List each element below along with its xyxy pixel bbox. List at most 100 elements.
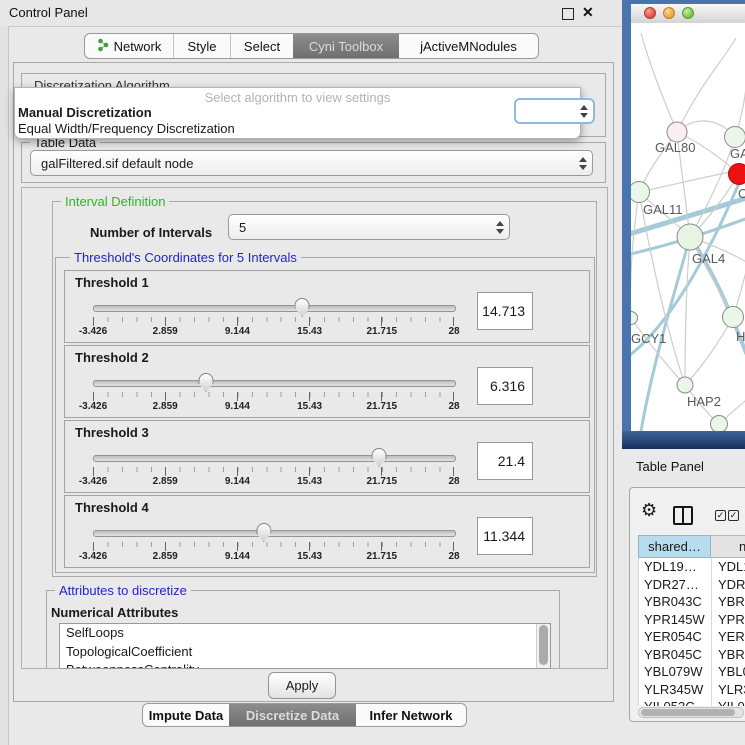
network-window-titlebar[interactable] [631, 4, 745, 24]
slider-tick-marks [93, 392, 454, 401]
apply-button[interactable]: Apply [268, 672, 336, 699]
table-row[interactable]: YIL053C YIL0 [639, 698, 745, 706]
list-item[interactable]: BetweennessCentrality [60, 661, 550, 669]
table-panel: ⚙ ✓ ✓ shared… n… YDL19… YDL1 YDR27… YDR2… [629, 487, 745, 722]
threshold-1-slider-thumb[interactable] [295, 298, 310, 317]
table-cell[interactable]: YER0 [712, 628, 745, 646]
column-header-shared-name[interactable]: shared… [638, 535, 711, 558]
gear-icon[interactable]: ⚙ [641, 500, 657, 521]
network-canvas[interactable]: GAL80 GA C GAL11 GAL4 GCY1 H HAP2 [631, 23, 745, 431]
interval-definition-title: Interval Definition [61, 194, 169, 209]
table-row[interactable]: YBR045C YBR0 [639, 646, 745, 664]
tab-discretize-data[interactable]: Discretize Data [229, 704, 356, 726]
list-item[interactable]: SelfLoops [60, 624, 550, 643]
tick-label: 21.715 [367, 326, 398, 337]
column-header-name[interactable]: n… [711, 535, 745, 558]
table-cell[interactable]: YDR2 [712, 576, 745, 594]
tick-label: 2.859 [153, 476, 178, 487]
table-cell[interactable]: YBL0 [712, 663, 745, 681]
table-row[interactable]: YDR27… YDR2 [639, 576, 745, 594]
network-node[interactable] [710, 415, 728, 431]
slider-tick-labels: -3.426 2.859 9.144 15.43 21.715 28 [93, 476, 454, 488]
threshold-1-slider-track[interactable] [93, 305, 456, 312]
tick-label: 28 [448, 476, 459, 487]
tick-label: -3.426 [79, 551, 107, 562]
algorithm-combobox-fragment[interactable] [514, 98, 595, 124]
checkbox-icon[interactable]: ✓ [728, 510, 739, 521]
table-row[interactable]: YBL079W YBL0 [639, 663, 745, 681]
table-row[interactable]: YPR145W YPR1 [639, 611, 745, 629]
dropdown-item-equal-width-frequency[interactable]: Equal Width/Frequency Discretization [15, 121, 580, 137]
table-cell[interactable]: YBR043C [639, 593, 712, 611]
threshold-4-value-field[interactable]: 11.344 [477, 517, 533, 555]
table-horizontal-scrollbar[interactable] [638, 707, 744, 718]
checkbox-icon[interactable]: ✓ [715, 510, 726, 521]
network-node[interactable] [677, 224, 704, 251]
threshold-3-slider-thumb[interactable] [372, 448, 387, 467]
threshold-1-value-field[interactable]: 14.713 [477, 292, 533, 330]
tab-select[interactable]: Select [231, 34, 293, 58]
table-cell[interactable]: YDR27… [639, 576, 712, 594]
table-cell[interactable]: YBR0 [712, 646, 745, 664]
table-cell[interactable]: YLR3 [712, 681, 745, 699]
combo-stepper-icon [491, 221, 509, 234]
close-traffic-light-icon[interactable] [644, 7, 656, 19]
network-node[interactable] [724, 126, 745, 148]
table-row[interactable]: YDL19… YDL1 [639, 558, 745, 576]
table-cell[interactable]: YPR145W [639, 611, 712, 629]
tab-style[interactable]: Style [174, 34, 231, 58]
network-node[interactable] [677, 377, 694, 394]
threshold-2-label: Threshold 2 [75, 350, 149, 365]
threshold-2-slider-thumb[interactable] [198, 373, 213, 392]
tick-label: 15.43 [297, 401, 322, 412]
table-cell[interactable]: YBL079W [639, 663, 712, 681]
tick-label: 2.859 [153, 326, 178, 337]
table-row[interactable]: YBR043C YBR0 [639, 593, 745, 611]
table-row[interactable]: YLR345W YLR3 [639, 681, 745, 699]
control-panel-title: Control Panel [9, 5, 88, 20]
threshold-1-label: Threshold 1 [75, 275, 149, 290]
table-cell[interactable]: YER054C [639, 628, 712, 646]
tab-network[interactable]: Network [85, 34, 174, 58]
threshold-2-slider-track[interactable] [93, 380, 456, 387]
node-label: GCY1 [631, 331, 666, 346]
threshold-3-slider-track[interactable] [93, 455, 456, 462]
table-cell[interactable]: YDL19… [639, 558, 712, 576]
threshold-3-value-field[interactable]: 21.4 [477, 442, 533, 480]
table-cell[interactable]: YBR0 [712, 593, 745, 611]
split-view-icon[interactable] [673, 506, 693, 525]
threshold-3-panel: Threshold 3 -3.426 2.859 9.144 15.43 21.… [64, 420, 590, 493]
tick-label: -3.426 [79, 401, 107, 412]
attributes-list-scrollbar[interactable] [536, 624, 550, 668]
cyni-bottom-tabbar: Impute Data Discretize Data Infer Networ… [142, 703, 467, 727]
network-node-selected[interactable] [728, 163, 745, 185]
table-cell[interactable]: YLR345W [639, 681, 712, 699]
thresholds-group: Threshold's Coordinates for 5 Intervals … [55, 257, 595, 573]
minimize-traffic-light-icon[interactable] [663, 7, 675, 19]
tab-cyni-toolbox[interactable]: Cyni Toolbox [293, 34, 399, 58]
float-panel-icon[interactable] [562, 8, 574, 20]
tick-label: 2.859 [153, 401, 178, 412]
table-cell[interactable]: YIL053C [639, 698, 712, 706]
node-label: C [738, 186, 745, 201]
dropdown-item-manual-discretization[interactable]: Manual Discretization [15, 105, 580, 121]
table-data-combobox[interactable]: galFiltered.sif default node [30, 150, 593, 176]
threshold-2-value-field[interactable]: 6.316 [477, 367, 533, 405]
zoom-traffic-light-icon[interactable] [682, 7, 694, 19]
number-of-intervals-combobox[interactable]: 5 [228, 214, 510, 240]
tab-jactivemnodules[interactable]: jActiveMNodules [399, 34, 538, 58]
list-item[interactable]: TopologicalCoefficient [60, 643, 550, 662]
table-row[interactable]: YER054C YER0 [639, 628, 745, 646]
threshold-4-slider-track[interactable] [93, 530, 456, 537]
table-cell[interactable]: YPR1 [712, 611, 745, 629]
table-cell[interactable]: YDL1 [712, 558, 745, 576]
node-label: GAL80 [655, 140, 695, 155]
table-cell[interactable]: YIL0 [712, 698, 745, 706]
network-node[interactable] [722, 306, 744, 328]
slider-tick-marks [93, 317, 454, 326]
tab-impute-data[interactable]: Impute Data [143, 704, 229, 726]
threshold-4-slider-thumb[interactable] [256, 523, 271, 542]
table-cell[interactable]: YBR045C [639, 646, 712, 664]
tab-infer-network[interactable]: Infer Network [356, 704, 466, 726]
close-panel-icon[interactable]: ✕ [582, 4, 594, 21]
